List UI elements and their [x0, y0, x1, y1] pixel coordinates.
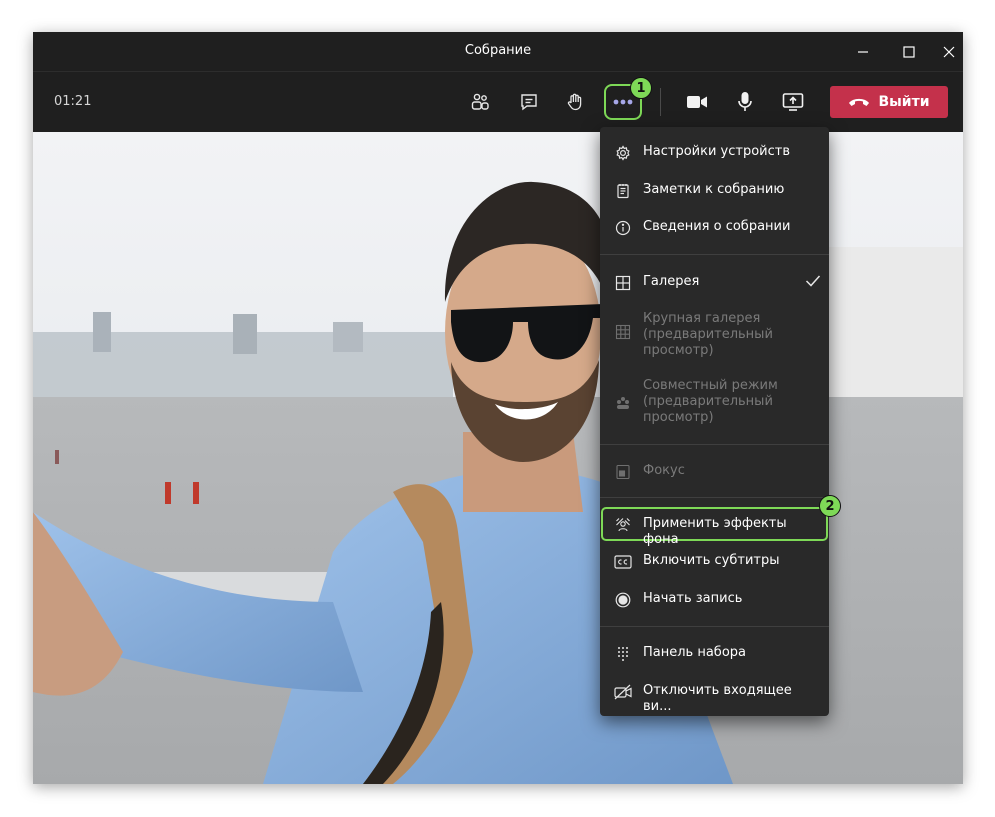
leave-label: Выйти: [878, 94, 930, 110]
menu-item-label: Крупная галерея (предварительный просмот…: [643, 311, 773, 358]
people-icon: [471, 93, 489, 110]
hang-up-icon: [849, 98, 870, 106]
background-effects-icon: [614, 516, 632, 534]
menu-separator: [600, 626, 829, 627]
title-bar: Собрание: [33, 32, 963, 72]
maximize-icon: [903, 45, 915, 58]
microphone-icon: [738, 92, 752, 111]
chat-icon: [521, 94, 537, 111]
camera-button[interactable]: [680, 86, 714, 118]
raise-hand-icon: [567, 93, 582, 111]
participants-button[interactable]: [463, 86, 497, 118]
close-icon: [943, 46, 955, 57]
menu-item-label: Фокус: [643, 463, 685, 478]
notes-icon: [614, 182, 632, 200]
menu-item-label: Галерея: [643, 274, 700, 289]
menu-separator: [600, 444, 829, 445]
close-button[interactable]: [929, 32, 963, 71]
dialpad-icon: [614, 645, 632, 663]
minimize-icon: [858, 50, 868, 53]
menu-item-label: Заметки к собранию: [643, 182, 785, 197]
meeting-toolbar: 01:21 1 Выйти: [33, 72, 963, 132]
large-gallery-icon: [614, 323, 632, 341]
more-actions-menu: Настройки устройств Заметки к собранию С…: [600, 127, 841, 716]
camera-icon: [687, 96, 707, 108]
minimize-button[interactable]: [843, 32, 883, 71]
leave-button[interactable]: Выйти: [830, 86, 948, 118]
share-screen-button[interactable]: [776, 86, 810, 118]
record-icon: [614, 591, 632, 609]
more-actions-icon: [613, 99, 633, 105]
menu-separator: [600, 497, 829, 498]
video-off-icon: [614, 683, 632, 701]
menu-item-label: Отключить входящее ви...: [643, 683, 792, 714]
menu-item-label: Настройки устройств: [643, 144, 790, 159]
window-title: Собрание: [464, 43, 532, 58]
menu-item-label: Включить субтитры: [643, 553, 780, 568]
meeting-timer: 01:21: [54, 94, 92, 109]
gear-icon: [614, 144, 632, 162]
toolbar-divider: [660, 88, 661, 116]
together-mode-icon: [614, 394, 632, 412]
menu-item-label: Сведения о собрании: [643, 219, 791, 234]
share-screen-icon: [782, 93, 804, 111]
menu-item-label: Применить эффекты фона: [643, 516, 787, 547]
raise-hand-button[interactable]: [558, 86, 592, 118]
annotation-badge-2: 2: [819, 495, 841, 517]
info-icon: [614, 219, 632, 237]
focus-icon: [614, 463, 632, 481]
maximize-button[interactable]: [889, 32, 929, 71]
checkmark-icon: [805, 274, 821, 292]
gallery-icon: [614, 274, 632, 292]
menu-item-label: Панель набора: [643, 645, 746, 660]
captions-icon: [614, 553, 632, 571]
annotation-badge-1: 1: [630, 77, 652, 99]
menu-item-label: Начать запись: [643, 591, 743, 606]
menu-item-label: Совместный режим (предварительный просмо…: [643, 378, 778, 425]
menu-separator: [600, 254, 829, 255]
chat-button[interactable]: [512, 86, 546, 118]
microphone-button[interactable]: [728, 86, 762, 118]
